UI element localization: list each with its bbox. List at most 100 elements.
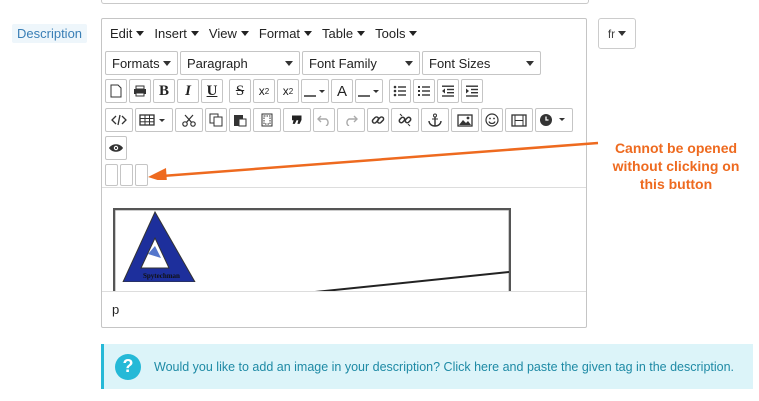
anchor-icon: [428, 113, 442, 127]
outdent-icon: [442, 85, 454, 97]
bullet-list-button[interactable]: [389, 79, 411, 103]
embedded-image[interactable]: Spytechman: [113, 208, 511, 292]
table-button[interactable]: [135, 108, 173, 132]
cut-button[interactable]: [175, 108, 203, 132]
toolbar-row-selects: Formats Paragraph Font Family Font Sizes: [105, 51, 541, 75]
custom-button-1[interactable]: [105, 164, 118, 186]
menu-table-label: Table: [322, 25, 354, 41]
editor-content-area[interactable]: Spytechman: [102, 187, 586, 292]
toolbar-row-insert: ❞: [105, 108, 573, 136]
subscript-mark: 2: [288, 86, 294, 96]
font-sizes-select[interactable]: Font Sizes: [422, 51, 541, 75]
superscript-mark: 2: [264, 86, 270, 96]
paste-icon: [234, 115, 247, 127]
menu-insert-label: Insert: [154, 25, 187, 41]
underline-swatch-icon: [358, 90, 379, 97]
font-family-select[interactable]: Font Family: [302, 51, 420, 75]
menu-tools-label: Tools: [375, 25, 406, 41]
undo-button[interactable]: [313, 108, 335, 132]
chevron-down-icon: [618, 31, 627, 36]
subscript-button[interactable]: x2: [277, 79, 299, 103]
image-icon: [457, 113, 473, 127]
info-alert: ? Would you like to add an image in your…: [101, 344, 753, 389]
chevron-down-icon: [285, 60, 293, 66]
remove-link-button[interactable]: [391, 108, 419, 132]
print-button[interactable]: [129, 79, 151, 103]
table-icon: [139, 114, 165, 126]
formats-select[interactable]: Formats: [105, 51, 178, 75]
click-here-link[interactable]: Click here: [444, 360, 500, 374]
eye-icon: [109, 144, 123, 152]
film-icon: [511, 113, 527, 127]
outdent-button[interactable]: [437, 79, 459, 103]
menu-view[interactable]: View: [204, 21, 254, 45]
strikethrough-button[interactable]: S: [229, 79, 251, 103]
underline-swatch-icon: [304, 90, 325, 97]
formats-select-label: Formats: [112, 55, 160, 71]
block-format-label: Paragraph: [187, 55, 248, 71]
menu-view-label: View: [208, 25, 237, 41]
insert-video-button[interactable]: [505, 108, 533, 132]
annotation-callout: Cannot be opened without clicking on thi…: [596, 139, 756, 193]
menu-edit[interactable]: Edit: [105, 21, 149, 45]
annotation-line-1: Cannot be opened: [614, 140, 738, 156]
new-document-button[interactable]: [105, 79, 127, 103]
paste-text-icon: [261, 113, 273, 127]
underline-button[interactable]: U: [201, 79, 223, 103]
paste-text-button[interactable]: [253, 108, 281, 132]
emoticons-button[interactable]: [481, 108, 503, 132]
bold-button[interactable]: B: [153, 79, 175, 103]
previous-field-border: [101, 0, 589, 4]
bullet-list-icon: [393, 85, 406, 97]
copy-button[interactable]: [205, 108, 227, 132]
smiley-icon: [485, 113, 499, 127]
undo-icon: [317, 115, 329, 126]
chevron-down-icon: [190, 30, 199, 36]
menu-format[interactable]: Format: [254, 21, 317, 45]
info-text-before: Would you like to add an image in your d…: [154, 359, 441, 374]
unlink-icon: [398, 113, 412, 127]
redo-button[interactable]: [337, 108, 365, 132]
numbered-list-button[interactable]: [413, 79, 435, 103]
anchor-button[interactable]: [421, 108, 449, 132]
scissors-icon: [182, 114, 196, 127]
language-value: fr: [607, 26, 616, 41]
indent-icon: [466, 85, 478, 97]
background-color-button[interactable]: [301, 79, 329, 103]
blockquote-button[interactable]: ❞: [283, 108, 311, 136]
insert-link-button[interactable]: [367, 108, 389, 132]
italic-button[interactable]: I: [177, 79, 199, 103]
element-path[interactable]: p: [112, 302, 119, 317]
toolbar-row-format: B I U S x2 x2 A: [105, 79, 483, 103]
menu-tools[interactable]: Tools: [370, 21, 422, 45]
indent-button[interactable]: [461, 79, 483, 103]
annotation-line-2: without clicking on: [612, 158, 740, 174]
insert-image-button[interactable]: [451, 108, 479, 132]
text-color-button[interactable]: A: [331, 79, 353, 103]
annotation-line-3: this button: [639, 176, 713, 192]
font-sizes-label: Font Sizes: [429, 55, 491, 71]
paste-button[interactable]: [229, 108, 251, 132]
chevron-down-icon: [136, 30, 145, 36]
chevron-down-icon: [409, 30, 418, 36]
editor-statusbar: p: [102, 291, 586, 327]
chevron-down-icon: [163, 60, 171, 66]
menu-table[interactable]: Table: [317, 21, 370, 45]
editor-menubar: Edit Insert View Format Table Tools: [102, 19, 589, 47]
source-code-button[interactable]: [105, 108, 133, 132]
font-family-label: Font Family: [309, 55, 377, 71]
chevron-down-icon: [304, 30, 313, 36]
code-icon: [111, 114, 127, 126]
text-color-dropdown[interactable]: [355, 79, 383, 103]
redo-icon: [346, 115, 358, 126]
new-document-icon: [110, 84, 122, 98]
language-dropdown[interactable]: fr: [598, 18, 636, 49]
block-format-select[interactable]: Paragraph: [180, 51, 300, 75]
custom-button-2[interactable]: [120, 164, 133, 186]
superscript-button[interactable]: x2: [253, 79, 275, 103]
insert-datetime-button[interactable]: [535, 108, 573, 132]
preview-button[interactable]: [105, 136, 127, 160]
print-icon: [134, 85, 146, 97]
menu-insert[interactable]: Insert: [149, 21, 204, 45]
chevron-down-icon: [240, 30, 249, 36]
